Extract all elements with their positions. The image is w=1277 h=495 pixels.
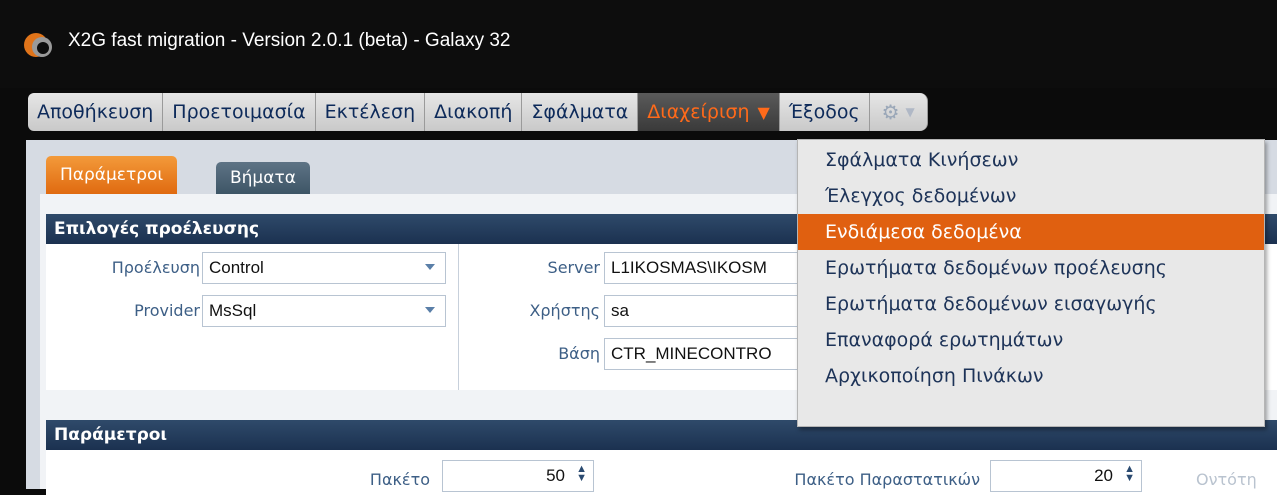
menu-item-import-queries[interactable]: Ερωτήματα δεδομένων εισαγωγής	[798, 286, 1264, 322]
main-menu-bar: Αποθήκευση Προετοιμασία Εκτέλεση Διακοπή…	[28, 93, 928, 131]
menu-item-intermediate-data[interactable]: Ενδιάμεσα δεδομένα	[798, 214, 1264, 250]
package-label: Πακέτο	[369, 470, 430, 489]
database-field[interactable]: CTR_MINECONTRO	[604, 338, 804, 370]
parameters-body: Πακέτο 50 ▲ ▼ Πακέτο Παραστατικών 20 ▲ ▼ Ο…	[46, 450, 1277, 495]
entity-label: Οντότη	[1196, 470, 1257, 489]
origin-value: Control	[209, 258, 264, 277]
database-label: Βάση	[558, 344, 600, 363]
column-divider	[458, 244, 459, 390]
spinner-arrows-icon[interactable]: ▲ ▼	[576, 464, 587, 484]
doc-package-label: Πακέτο Παραστατικών	[794, 470, 980, 489]
menu-management-label: Διαχείριση	[647, 101, 750, 123]
package-value: 50	[546, 466, 565, 485]
provider-value: MsSql	[209, 301, 257, 320]
menu-stop[interactable]: Διακοπή	[425, 93, 523, 131]
chevron-down-icon: ▼	[905, 105, 915, 119]
tab-steps[interactable]: Βήματα	[216, 162, 310, 194]
chevron-down-icon	[425, 264, 435, 270]
management-dropdown-menu: Σφάλματα Κινήσεων Έλεγχος δεδομένων Ενδι…	[797, 139, 1265, 427]
menu-save[interactable]: Αποθήκευση	[28, 93, 164, 131]
menu-item-movement-errors[interactable]: Σφάλματα Κινήσεων	[798, 142, 1264, 178]
app-logo-icon	[24, 33, 52, 57]
package-stepper[interactable]: 50 ▲ ▼	[442, 460, 594, 492]
menu-exit[interactable]: Έξοδος	[779, 93, 870, 131]
provider-select[interactable]: MsSql	[202, 295, 446, 327]
spinner-arrows-icon[interactable]: ▲ ▼	[1124, 464, 1135, 484]
menu-management[interactable]: Διαχείριση ▼	[638, 93, 780, 131]
settings-menu[interactable]: ⚙ ▼	[869, 93, 928, 131]
parameters-section: Παράμετροι Πακέτο 50 ▲ ▼ Πακέτο Παραστατι…	[46, 420, 1277, 495]
tab-parameters[interactable]: Παράμετροι	[46, 156, 178, 194]
menu-item-init-tables[interactable]: Αρχικοποίηση Πινάκων	[798, 358, 1264, 394]
chevron-down-icon	[425, 307, 435, 313]
menu-item-source-queries[interactable]: Ερωτήματα δεδομένων προέλευσης	[798, 250, 1264, 286]
doc-package-stepper[interactable]: 20 ▲ ▼	[990, 460, 1142, 492]
menu-errors[interactable]: Σφάλματα	[522, 93, 639, 131]
user-label: Χρήστης	[529, 301, 600, 320]
server-field[interactable]: L1IKOSMAS\IKOSM	[604, 252, 804, 284]
window-title: X2G fast migration - Version 2.0.1 (beta…	[68, 30, 511, 51]
dropdown-arrow-icon: ▼	[757, 102, 770, 122]
menu-item-restore-queries[interactable]: Επαναφορά ερωτημάτων	[798, 322, 1264, 358]
user-field[interactable]: sa	[604, 295, 804, 327]
provider-label: Provider	[134, 301, 200, 320]
menu-item-data-check[interactable]: Έλεγχος δεδομένων	[798, 178, 1264, 214]
server-label: Server	[547, 258, 600, 277]
title-bar: X2G fast migration - Version 2.0.1 (beta…	[0, 0, 1277, 88]
doc-package-value: 20	[1094, 466, 1113, 485]
origin-label: Προέλευση	[111, 258, 200, 277]
gear-icon: ⚙	[881, 100, 900, 124]
origin-select[interactable]: Control	[202, 252, 446, 284]
menu-execute[interactable]: Εκτέλεση	[315, 93, 426, 131]
menu-prepare[interactable]: Προετοιμασία	[163, 93, 316, 131]
